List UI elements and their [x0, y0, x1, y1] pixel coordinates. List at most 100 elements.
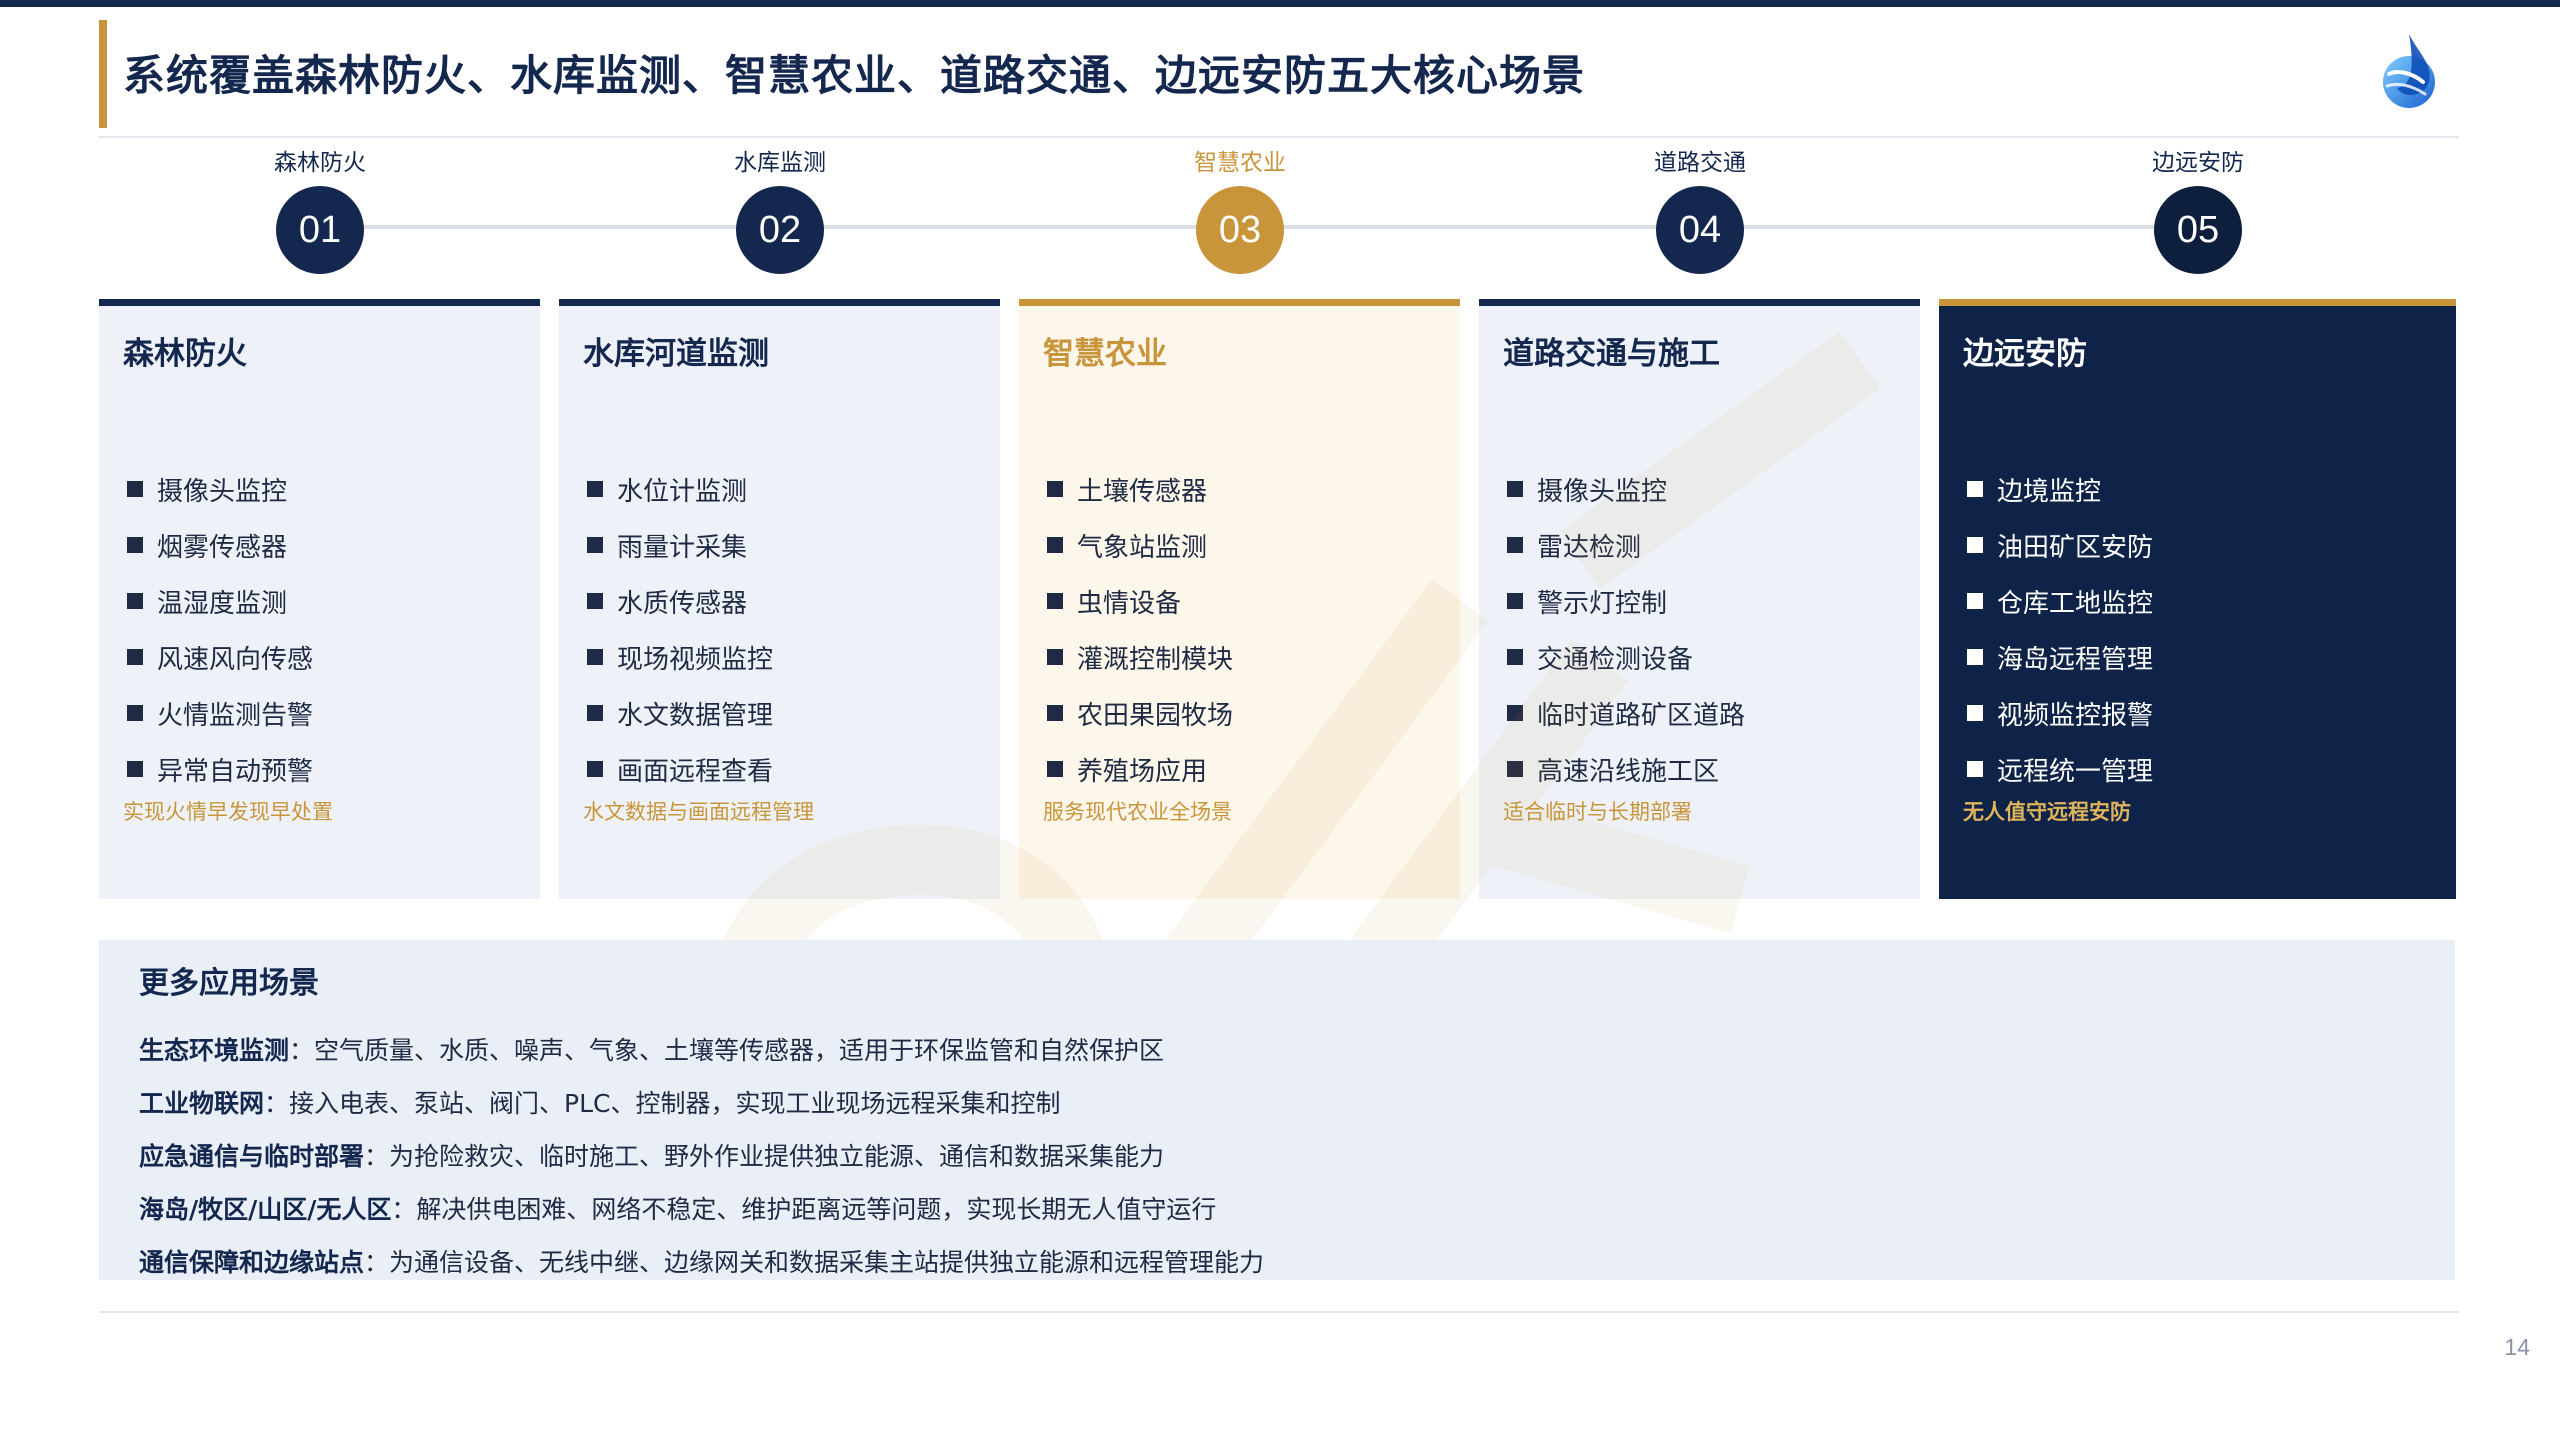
square-bullet-icon	[1507, 481, 1523, 497]
list-item-text: 气象站监测	[1077, 532, 1208, 563]
card-title: 道路交通与施工	[1503, 336, 1720, 372]
scenario-text: ：为抢险救灾、临时施工、野外作业提供独立能源、通信和数据采集能力	[364, 1141, 1165, 1171]
scenario-key: 海岛/牧区/山区/无人区	[139, 1194, 392, 1224]
list-item-text: 烟雾传感器	[157, 532, 288, 563]
list-item: 远程统一管理	[1967, 741, 2153, 797]
square-bullet-icon	[587, 649, 603, 665]
list-item-text: 远程统一管理	[1997, 756, 2154, 787]
list-item-text: 摄像头监控	[1537, 476, 1668, 507]
list-item: 海岛/牧区/山区/无人区 ：解决供电困难、网络不稳定、维护距离远等问题，实现长期无…	[139, 1181, 1264, 1234]
list-item: 风速风向传感	[127, 629, 313, 685]
card-remote-security: 边远安防 边境监控 油田矿区安防 仓库工地监控 海岛远程管理 视频监控报警 远程…	[1939, 299, 2456, 899]
square-bullet-icon	[1047, 649, 1063, 665]
square-bullet-icon	[1967, 705, 1983, 721]
card-forest-fire: 森林防火 摄像头监控 烟雾传感器 温湿度监测 风速风向传感 火情监测告警 异常自…	[99, 299, 540, 899]
list-item-text: 雷达检测	[1537, 532, 1642, 563]
square-bullet-icon	[1507, 537, 1523, 553]
list-item-text: 视频监控报警	[1997, 700, 2154, 731]
more-scenarios-title: 更多应用场景	[139, 966, 319, 1001]
list-item-text: 风速风向传感	[157, 644, 314, 675]
list-item: 警示灯控制	[1507, 573, 1745, 629]
card-note: 实现火情早发现早处置	[123, 800, 333, 824]
list-item: 生态环境监测 ：空气质量、水质、噪声、气象、土壤等传感器，适用于环保监管和自然保护…	[139, 1022, 1264, 1075]
list-item-text: 水质传感器	[617, 588, 748, 619]
square-bullet-icon	[127, 705, 143, 721]
square-bullet-icon	[127, 649, 143, 665]
card-smart-agriculture: 智慧农业 土壤传感器 气象站监测 虫情设备 灌溉控制模块 农田果园牧场 养殖场应…	[1019, 299, 1460, 899]
list-item: 土壤传感器	[1047, 461, 1233, 517]
list-item-text: 养殖场应用	[1077, 756, 1208, 787]
list-item: 温湿度监测	[127, 573, 313, 629]
title-divider	[99, 136, 2459, 138]
list-item-text: 现场视频监控	[617, 644, 774, 675]
list-item: 视频监控报警	[1967, 685, 2153, 741]
square-bullet-icon	[587, 537, 603, 553]
list-item-text: 摄像头监控	[157, 476, 288, 507]
list-item-text: 交通检测设备	[1537, 644, 1694, 675]
timeline-step-number: 01	[276, 186, 364, 274]
list-item-text: 油田矿区安防	[1997, 532, 2154, 563]
timeline-step-01: 森林防火 01	[200, 146, 440, 274]
square-bullet-icon	[127, 481, 143, 497]
list-item: 火情监测告警	[127, 685, 313, 741]
scenario-text: ：接入电表、泵站、阀门、PLC、控制器，实现工业现场远程采集和控制	[264, 1088, 1061, 1118]
card-note: 适合临时与长期部署	[1503, 800, 1692, 824]
card-reservoir: 水库河道监测 水位计监测 雨量计采集 水质传感器 现场视频监控 水文数据管理 画…	[559, 299, 1000, 899]
card-note: 无人值守远程安防	[1963, 800, 2131, 824]
square-bullet-icon	[587, 761, 603, 777]
timeline-step-number: 03	[1196, 186, 1284, 274]
timeline-step-label: 森林防火	[274, 150, 366, 176]
list-item: 雷达检测	[1507, 517, 1745, 573]
square-bullet-icon	[1047, 481, 1063, 497]
list-item: 摄像头监控	[1507, 461, 1745, 517]
list-item-text: 水文数据管理	[617, 700, 774, 731]
card-road-traffic: 道路交通与施工 摄像头监控 雷达检测 警示灯控制 交通检测设备 临时道路矿区道路…	[1479, 299, 1920, 899]
list-item-text: 雨量计采集	[617, 532, 748, 563]
square-bullet-icon	[127, 537, 143, 553]
card-item-list: 摄像头监控 烟雾传感器 温湿度监测 风速风向传感 火情监测告警 异常自动预警	[127, 461, 313, 797]
list-item: 海岛远程管理	[1967, 629, 2153, 685]
list-item: 农田果园牧场	[1047, 685, 1233, 741]
timeline-step-label: 水库监测	[734, 150, 826, 176]
list-item-text: 火情监测告警	[157, 700, 314, 731]
list-item-text: 仓库工地监控	[1997, 588, 2154, 619]
list-item-text: 画面远程查看	[617, 756, 774, 787]
list-item: 养殖场应用	[1047, 741, 1233, 797]
square-bullet-icon	[1507, 761, 1523, 777]
list-item: 工业物联网 ：接入电表、泵站、阀门、PLC、控制器，实现工业现场远程采集和控制	[139, 1075, 1264, 1128]
timeline-step-number: 05	[2154, 186, 2242, 274]
square-bullet-icon	[1507, 593, 1523, 609]
card-title: 森林防火	[123, 336, 247, 372]
more-scenarios-panel: 更多应用场景 生态环境监测 ：空气质量、水质、噪声、气象、土壤等传感器，适用于环保…	[99, 940, 2455, 1280]
card-item-list: 土壤传感器 气象站监测 虫情设备 灌溉控制模块 农田果园牧场 养殖场应用	[1047, 461, 1233, 797]
list-item: 临时道路矿区道路	[1507, 685, 1745, 741]
square-bullet-icon	[1967, 761, 1983, 777]
list-item-text: 虫情设备	[1077, 588, 1182, 619]
list-item-text: 温湿度监测	[157, 588, 288, 619]
list-item: 现场视频监控	[587, 629, 773, 685]
card-note: 水文数据与画面远程管理	[583, 800, 814, 824]
scenario-key: 应急通信与临时部署	[139, 1141, 365, 1171]
list-item-text: 海岛远程管理	[1997, 644, 2154, 675]
card-note: 服务现代农业全场景	[1043, 800, 1232, 824]
scenario-key: 生态环境监测	[139, 1035, 290, 1065]
card-item-list: 水位计监测 雨量计采集 水质传感器 现场视频监控 水文数据管理 画面远程查看	[587, 461, 773, 797]
scenario-text: ：解决供电困难、网络不稳定、维护距离远等问题，实现长期无人值守运行	[391, 1194, 1217, 1224]
list-item-text: 高速沿线施工区	[1537, 756, 1720, 787]
square-bullet-icon	[1967, 649, 1983, 665]
square-bullet-icon	[587, 705, 603, 721]
square-bullet-icon	[1967, 481, 1983, 497]
footer-divider	[99, 1311, 2459, 1313]
list-item: 交通检测设备	[1507, 629, 1745, 685]
list-item-text: 边境监控	[1997, 476, 2102, 507]
timeline-step-number: 02	[736, 186, 824, 274]
square-bullet-icon	[127, 593, 143, 609]
timeline-step-label: 边远安防	[2152, 150, 2244, 176]
list-item: 水位计监测	[587, 461, 773, 517]
list-item: 仓库工地监控	[1967, 573, 2153, 629]
list-item: 烟雾传感器	[127, 517, 313, 573]
scenario-key: 工业物联网	[139, 1088, 265, 1118]
square-bullet-icon	[1967, 593, 1983, 609]
square-bullet-icon	[1047, 705, 1063, 721]
card-item-list: 边境监控 油田矿区安防 仓库工地监控 海岛远程管理 视频监控报警 远程统一管理	[1967, 461, 2153, 797]
